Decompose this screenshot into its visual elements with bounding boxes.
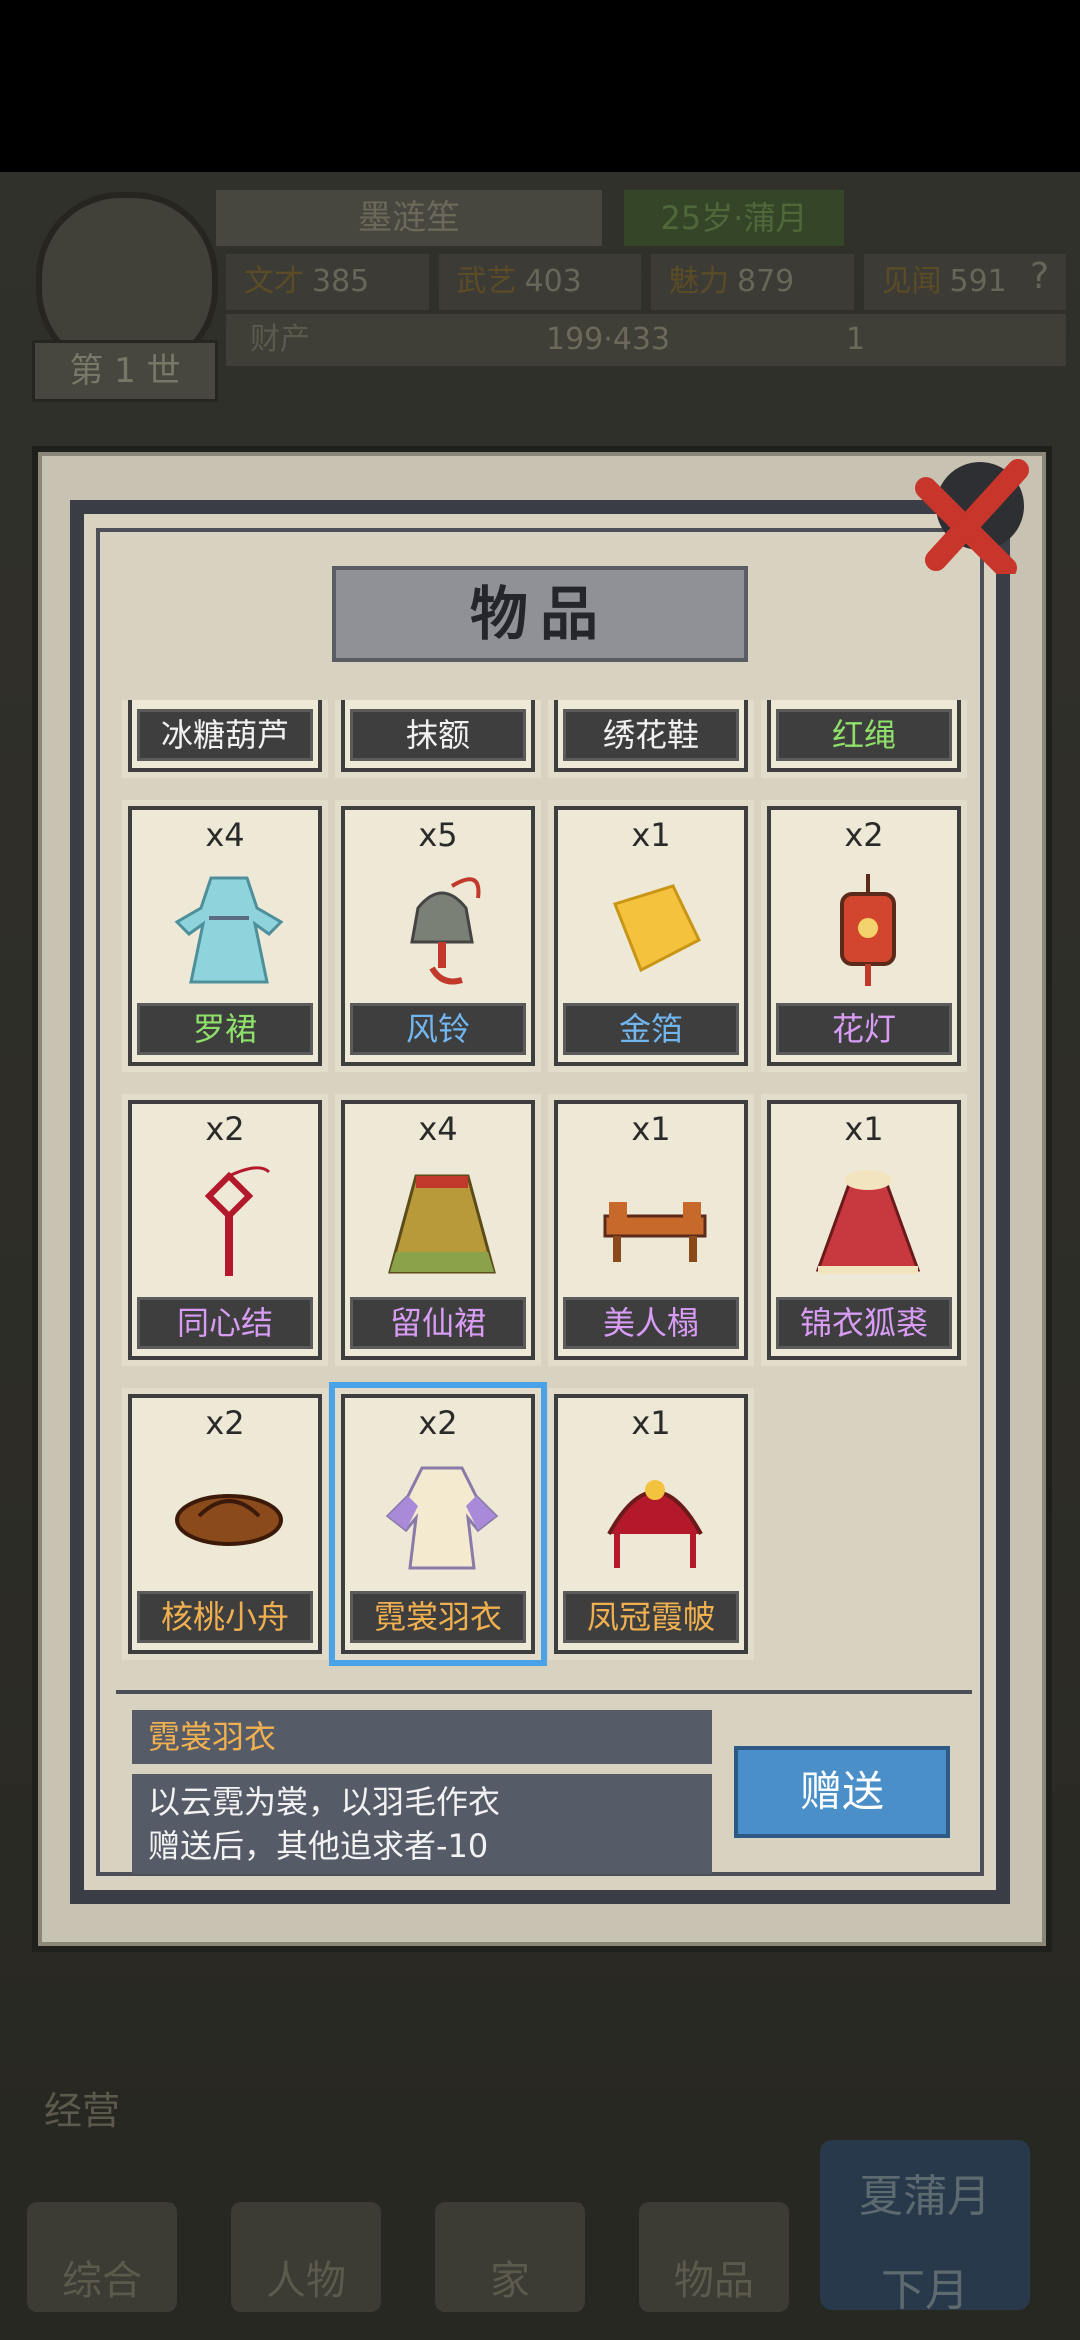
description-line-1: 以云霓为裳，以羽毛作衣 [148, 1783, 501, 1821]
description-line-2: 赠送后，其他追求者-10 [148, 1827, 489, 1865]
nav-renwu[interactable]: 人物 [231, 2202, 381, 2312]
item-name: 红绳 [779, 712, 949, 758]
item-card[interactable]: x1 金箔 [554, 806, 748, 1066]
item-quantity: x1 [631, 1404, 671, 1442]
nav-zonghe[interactable]: 综合 [27, 2202, 177, 2312]
nav-jia[interactable]: 家 [435, 2202, 585, 2312]
item-card[interactable]: 红绳 [767, 700, 961, 772]
item-quantity: x4 [205, 816, 245, 854]
item-quantity: x5 [418, 816, 458, 854]
pleated-skirt-icon [388, 1174, 496, 1274]
item-card[interactable]: x1 锦衣狐裘 [767, 1100, 961, 1360]
item-card[interactable]: x1 美人榻 [554, 1100, 748, 1360]
item-name: 留仙裙 [353, 1300, 523, 1346]
item-card[interactable]: x2 同心结 [128, 1100, 322, 1360]
item-name: 同心结 [140, 1300, 310, 1346]
walnut-boat-icon [175, 1494, 283, 1546]
item-quantity: x2 [418, 1404, 458, 1442]
wind-chime-icon [410, 877, 481, 985]
fur-cloak-icon [815, 1170, 921, 1274]
modal-title: 物品 [332, 566, 748, 662]
month-label: 蒲月 [903, 2171, 991, 2222]
item-card[interactable]: 抹额 [341, 700, 535, 772]
item-card[interactable]: x2 核桃小舟 [128, 1394, 322, 1654]
item-card[interactable]: 冰糖葫芦 [128, 700, 322, 772]
lantern-icon [840, 874, 896, 986]
items-grid[interactable]: 冰糖葫芦 抹额 绣花鞋 红绳 x4 罗裙 x5 风铃 x1 金箔 x2 花灯 x2 同心结 x4 留仙裙 x1 美… [116, 700, 972, 1680]
item-name: 冰糖葫芦 [140, 712, 310, 758]
item-name: 锦衣狐裘 [779, 1300, 949, 1346]
detail-divider [116, 1690, 972, 1694]
item-quantity: x4 [418, 1110, 458, 1148]
item-card[interactable]: x2 霓裳羽衣 [341, 1394, 535, 1654]
item-card[interactable]: x4 罗裙 [128, 806, 322, 1066]
top-black-band [0, 0, 1080, 172]
item-card[interactable]: 绣花鞋 [554, 700, 748, 772]
item-quantity: x1 [631, 816, 671, 854]
next-month-button[interactable]: 夏蒲月 下月 [820, 2140, 1030, 2316]
item-quantity: x2 [205, 1110, 245, 1148]
item-name: 花灯 [779, 1006, 949, 1052]
selected-item-name: 霓裳羽衣 [132, 1710, 712, 1764]
item-name: 罗裙 [140, 1006, 310, 1052]
item-name: 抹额 [353, 712, 523, 758]
item-card[interactable]: x2 花灯 [767, 806, 961, 1066]
item-name: 绣花鞋 [566, 712, 736, 758]
chinese-knot-icon [204, 1166, 271, 1276]
item-card[interactable]: x5 风铃 [341, 806, 535, 1066]
selected-item-description: 以云霓为裳，以羽毛作衣 赠送后，其他追求者-10 [132, 1774, 712, 1874]
item-name: 风铃 [353, 1006, 523, 1052]
close-icon[interactable] [906, 448, 1032, 574]
dress-icon [174, 876, 284, 984]
item-quantity: x2 [844, 816, 884, 854]
season-label: 夏 [859, 2171, 903, 2222]
item-name: 核桃小舟 [140, 1594, 310, 1640]
item-name: 美人榻 [566, 1300, 736, 1346]
next-month-label: 下月 [881, 2265, 969, 2316]
item-quantity: x2 [205, 1404, 245, 1442]
item-card[interactable]: x1 凤冠霞帔 [554, 1394, 748, 1654]
daybed-icon [603, 1202, 707, 1262]
item-name: 凤冠霞帔 [566, 1594, 736, 1640]
gold-leaf-icon [613, 884, 701, 973]
feather-robe-icon [385, 1466, 499, 1570]
phoenix-crown-icon [607, 1480, 703, 1568]
item-name: 金箔 [566, 1006, 736, 1052]
item-quantity: x1 [844, 1110, 884, 1148]
give-button[interactable]: 赠送 [734, 1746, 950, 1838]
item-quantity: x1 [631, 1110, 671, 1148]
nav-wupin[interactable]: 物品 [639, 2202, 789, 2312]
item-card[interactable]: x4 留仙裙 [341, 1100, 535, 1360]
item-name: 霓裳羽衣 [353, 1594, 523, 1640]
